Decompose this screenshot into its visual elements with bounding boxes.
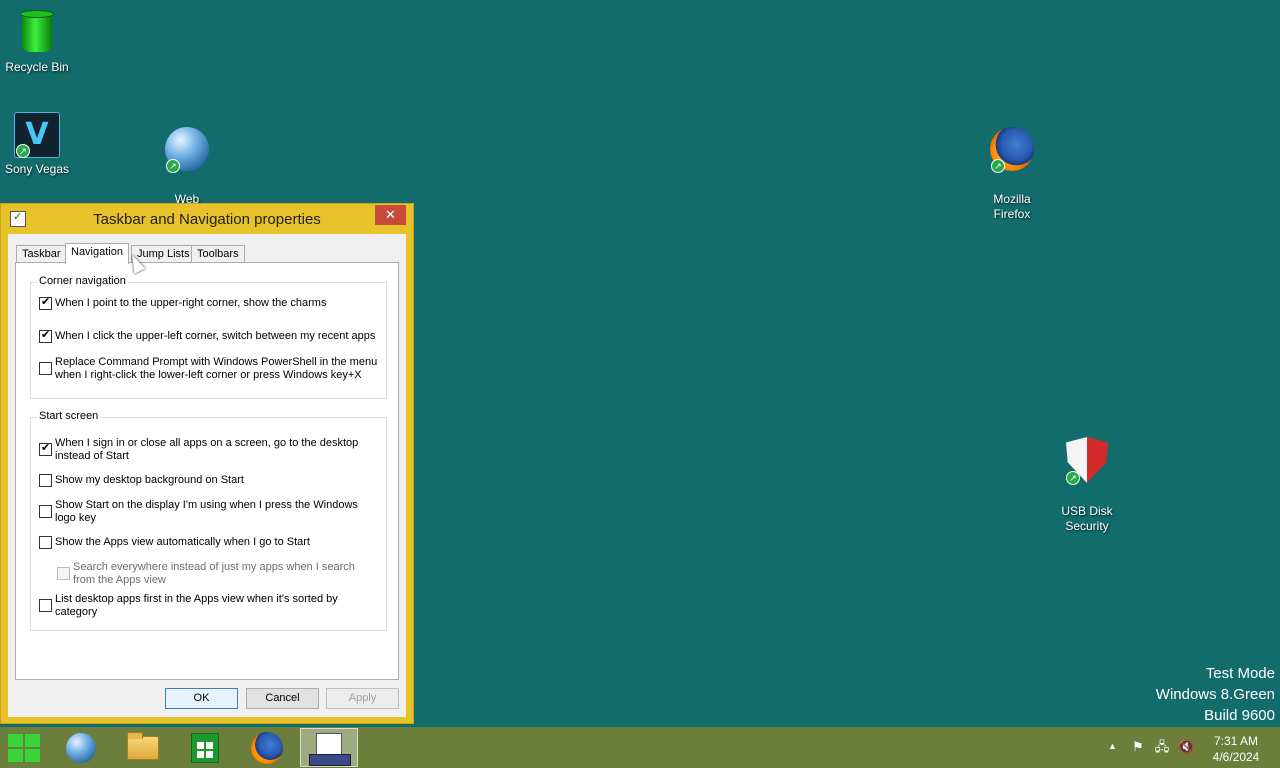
taskbar-navigation-properties-dialog: Taskbar and Navigation properties ✕ Task… <box>0 203 414 724</box>
option-replace-command-prompt[interactable]: Replace Command Prompt with Windows Powe… <box>39 356 384 383</box>
dialog-client-area: Taskbar Navigation Jump Lists Toolbars C… <box>8 234 406 717</box>
network-icon[interactable]: 🖧 <box>1154 739 1170 755</box>
desktop-icon-recycle-bin[interactable]: Recycle Bin <box>0 8 80 75</box>
taskbar-firefox[interactable] <box>239 728 295 767</box>
option-apps-view-automatically[interactable]: Show the Apps view automatically when I … <box>39 536 384 550</box>
option-label: Search everywhere instead of just my app… <box>73 561 355 586</box>
dialog-title: Taskbar and Navigation properties <box>93 211 321 228</box>
watermark-line: Test Mode <box>1205 665 1275 682</box>
desktop-icon-label: Sony Vegas <box>4 162 70 176</box>
checkbox[interactable] <box>39 442 52 456</box>
checkbox[interactable] <box>39 296 52 310</box>
option-label: When I sign in or close all apps on a sc… <box>55 437 359 462</box>
watermark-line: Windows 8.Green <box>1155 686 1275 703</box>
option-desktop-apps-first[interactable]: List desktop apps first in the Apps view… <box>39 593 384 620</box>
checkbox[interactable] <box>39 536 52 549</box>
recycle-bin-icon <box>12 8 62 58</box>
volume-muted-icon[interactable]: 🔇 <box>1178 739 1194 755</box>
taskbar-file-explorer[interactable] <box>115 728 171 767</box>
corner-navigation-group: Corner navigation When I point to the up… <box>30 275 387 399</box>
checkbox[interactable] <box>39 474 52 487</box>
watermark-line: Build 9600 <box>1204 707 1275 724</box>
start-button[interactable] <box>0 728 56 767</box>
option-desktop-background-on-start[interactable]: Show my desktop background on Start <box>39 474 384 488</box>
checkbox[interactable] <box>39 505 52 518</box>
system-clock[interactable]: 7:31 AM 4/6/2024 <box>1200 733 1272 765</box>
desktop-icon-mozilla-firefox[interactable]: ↗ Mozilla Firefox <box>969 110 1055 237</box>
taskbar: ▲ ⚑ 🖧 🔇 7:31 AM 4/6/2024 <box>0 727 1280 768</box>
sony-vegas-icon: V ↗ <box>12 110 62 160</box>
clock-time: 7:31 AM <box>1213 734 1259 748</box>
internet-explorer-icon <box>66 733 96 763</box>
close-button[interactable]: ✕ <box>375 205 406 225</box>
desktop-icon-sony-vegas[interactable]: V ↗ Sony Vegas <box>0 110 80 177</box>
tab-toolbars[interactable]: Toolbars <box>191 245 245 263</box>
option-label: When I click the upper-left corner, swit… <box>55 330 376 342</box>
shield-icon: ↗ <box>1062 437 1112 487</box>
option-label: Replace Command Prompt with Windows Powe… <box>55 356 378 381</box>
option-label: Show the Apps view automatically when I … <box>55 536 310 548</box>
globe-icon: ↗ <box>162 125 212 175</box>
checkbox <box>57 567 70 580</box>
option-label: When I point to the upper-right corner, … <box>55 297 327 309</box>
close-icon: ✕ <box>385 207 396 222</box>
option-start-on-current-display[interactable]: Show Start on the display I'm using when… <box>39 499 384 526</box>
ok-button[interactable]: OK <box>165 688 238 709</box>
folder-icon <box>127 732 159 760</box>
option-upper-left-switch-apps[interactable]: When I click the upper-left corner, swit… <box>39 329 384 344</box>
desktop-icon-label: Recycle Bin <box>5 60 69 74</box>
show-hidden-icons-button[interactable]: ▲ <box>1108 741 1117 751</box>
navigation-tab-panel: Corner navigation When I point to the up… <box>15 262 399 680</box>
test-mode-watermark: Test Mode Windows 8.Green Build 9600 <box>1156 663 1275 726</box>
store-icon <box>191 733 219 763</box>
option-go-to-desktop[interactable]: When I sign in or close all apps on a sc… <box>39 437 384 464</box>
taskbar-internet-explorer[interactable] <box>53 728 109 767</box>
checkbox[interactable] <box>39 329 52 343</box>
shortcut-arrow-icon: ↗ <box>1066 471 1080 485</box>
option-label: List desktop apps first in the Apps view… <box>55 593 338 618</box>
checkbox[interactable] <box>39 362 52 375</box>
option-label: Show my desktop background on Start <box>55 474 244 486</box>
shortcut-arrow-icon: ↗ <box>991 159 1005 173</box>
dialog-titlebar[interactable]: Taskbar and Navigation properties ✕ <box>1 204 413 234</box>
taskbar-store[interactable] <box>177 728 233 767</box>
option-label: Show Start on the display I'm using when… <box>55 499 358 524</box>
properties-window-icon <box>309 733 351 766</box>
shortcut-arrow-icon: ↗ <box>16 144 30 158</box>
windows-start-icon <box>8 734 40 762</box>
desktop-icon-label: USB Disk Security <box>1061 504 1113 533</box>
group-heading: Corner navigation <box>37 275 128 287</box>
group-heading: Start screen <box>37 410 101 422</box>
firefox-icon: ↗ <box>987 125 1037 175</box>
firefox-icon <box>251 732 283 764</box>
desktop-icon-usb-disk-security[interactable]: ↗ USB Disk Security <box>1044 422 1130 549</box>
checkbox[interactable] <box>39 599 52 612</box>
tab-navigation[interactable]: Navigation <box>65 243 129 264</box>
tab-taskbar[interactable]: Taskbar <box>16 245 67 263</box>
clock-date: 4/6/2024 <box>1212 750 1260 764</box>
action-center-flag-icon[interactable]: ⚑ <box>1130 739 1146 755</box>
option-upper-right-charms[interactable]: When I point to the upper-right corner, … <box>39 296 384 311</box>
cancel-button[interactable]: Cancel <box>246 688 319 709</box>
option-search-everywhere: Search everywhere instead of just my app… <box>57 561 384 588</box>
taskbar-properties-window[interactable] <box>300 728 358 767</box>
start-screen-group: Start screen When I sign in or close all… <box>30 410 387 631</box>
shortcut-arrow-icon: ↗ <box>166 159 180 173</box>
desktop-icon-label: Mozilla Firefox <box>993 192 1031 221</box>
apply-button: Apply <box>326 688 399 709</box>
